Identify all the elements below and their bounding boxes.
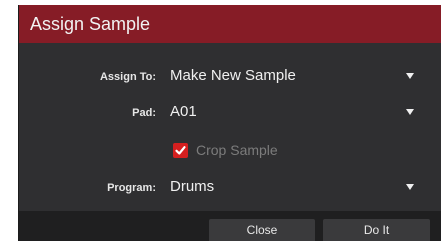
assign-sample-dialog: Assign Sample Assign To: Make New Sample… [18,5,441,241]
pad-label: Pad: [132,107,156,119]
program-dropdown[interactable]: Drums [170,178,214,195]
program-label: Program: [107,182,156,194]
title-bar: Assign Sample [19,5,441,43]
assign-to-dropdown[interactable]: Make New Sample [170,67,296,84]
assign-to-label: Assign To: [99,71,156,83]
crop-sample-checkbox[interactable] [173,143,188,158]
dialog-title: Assign Sample [30,14,151,34]
pad-caret-down-icon[interactable] [406,109,414,115]
pad-dropdown[interactable]: A01 [170,103,197,120]
crop-sample-label: Crop Sample [196,142,278,158]
assign-to-caret-down-icon[interactable] [406,73,414,79]
do-it-button[interactable]: Do It [323,219,430,241]
close-button[interactable]: Close [209,219,315,241]
program-caret-down-icon[interactable] [406,184,414,190]
checkmark-icon [175,146,186,155]
